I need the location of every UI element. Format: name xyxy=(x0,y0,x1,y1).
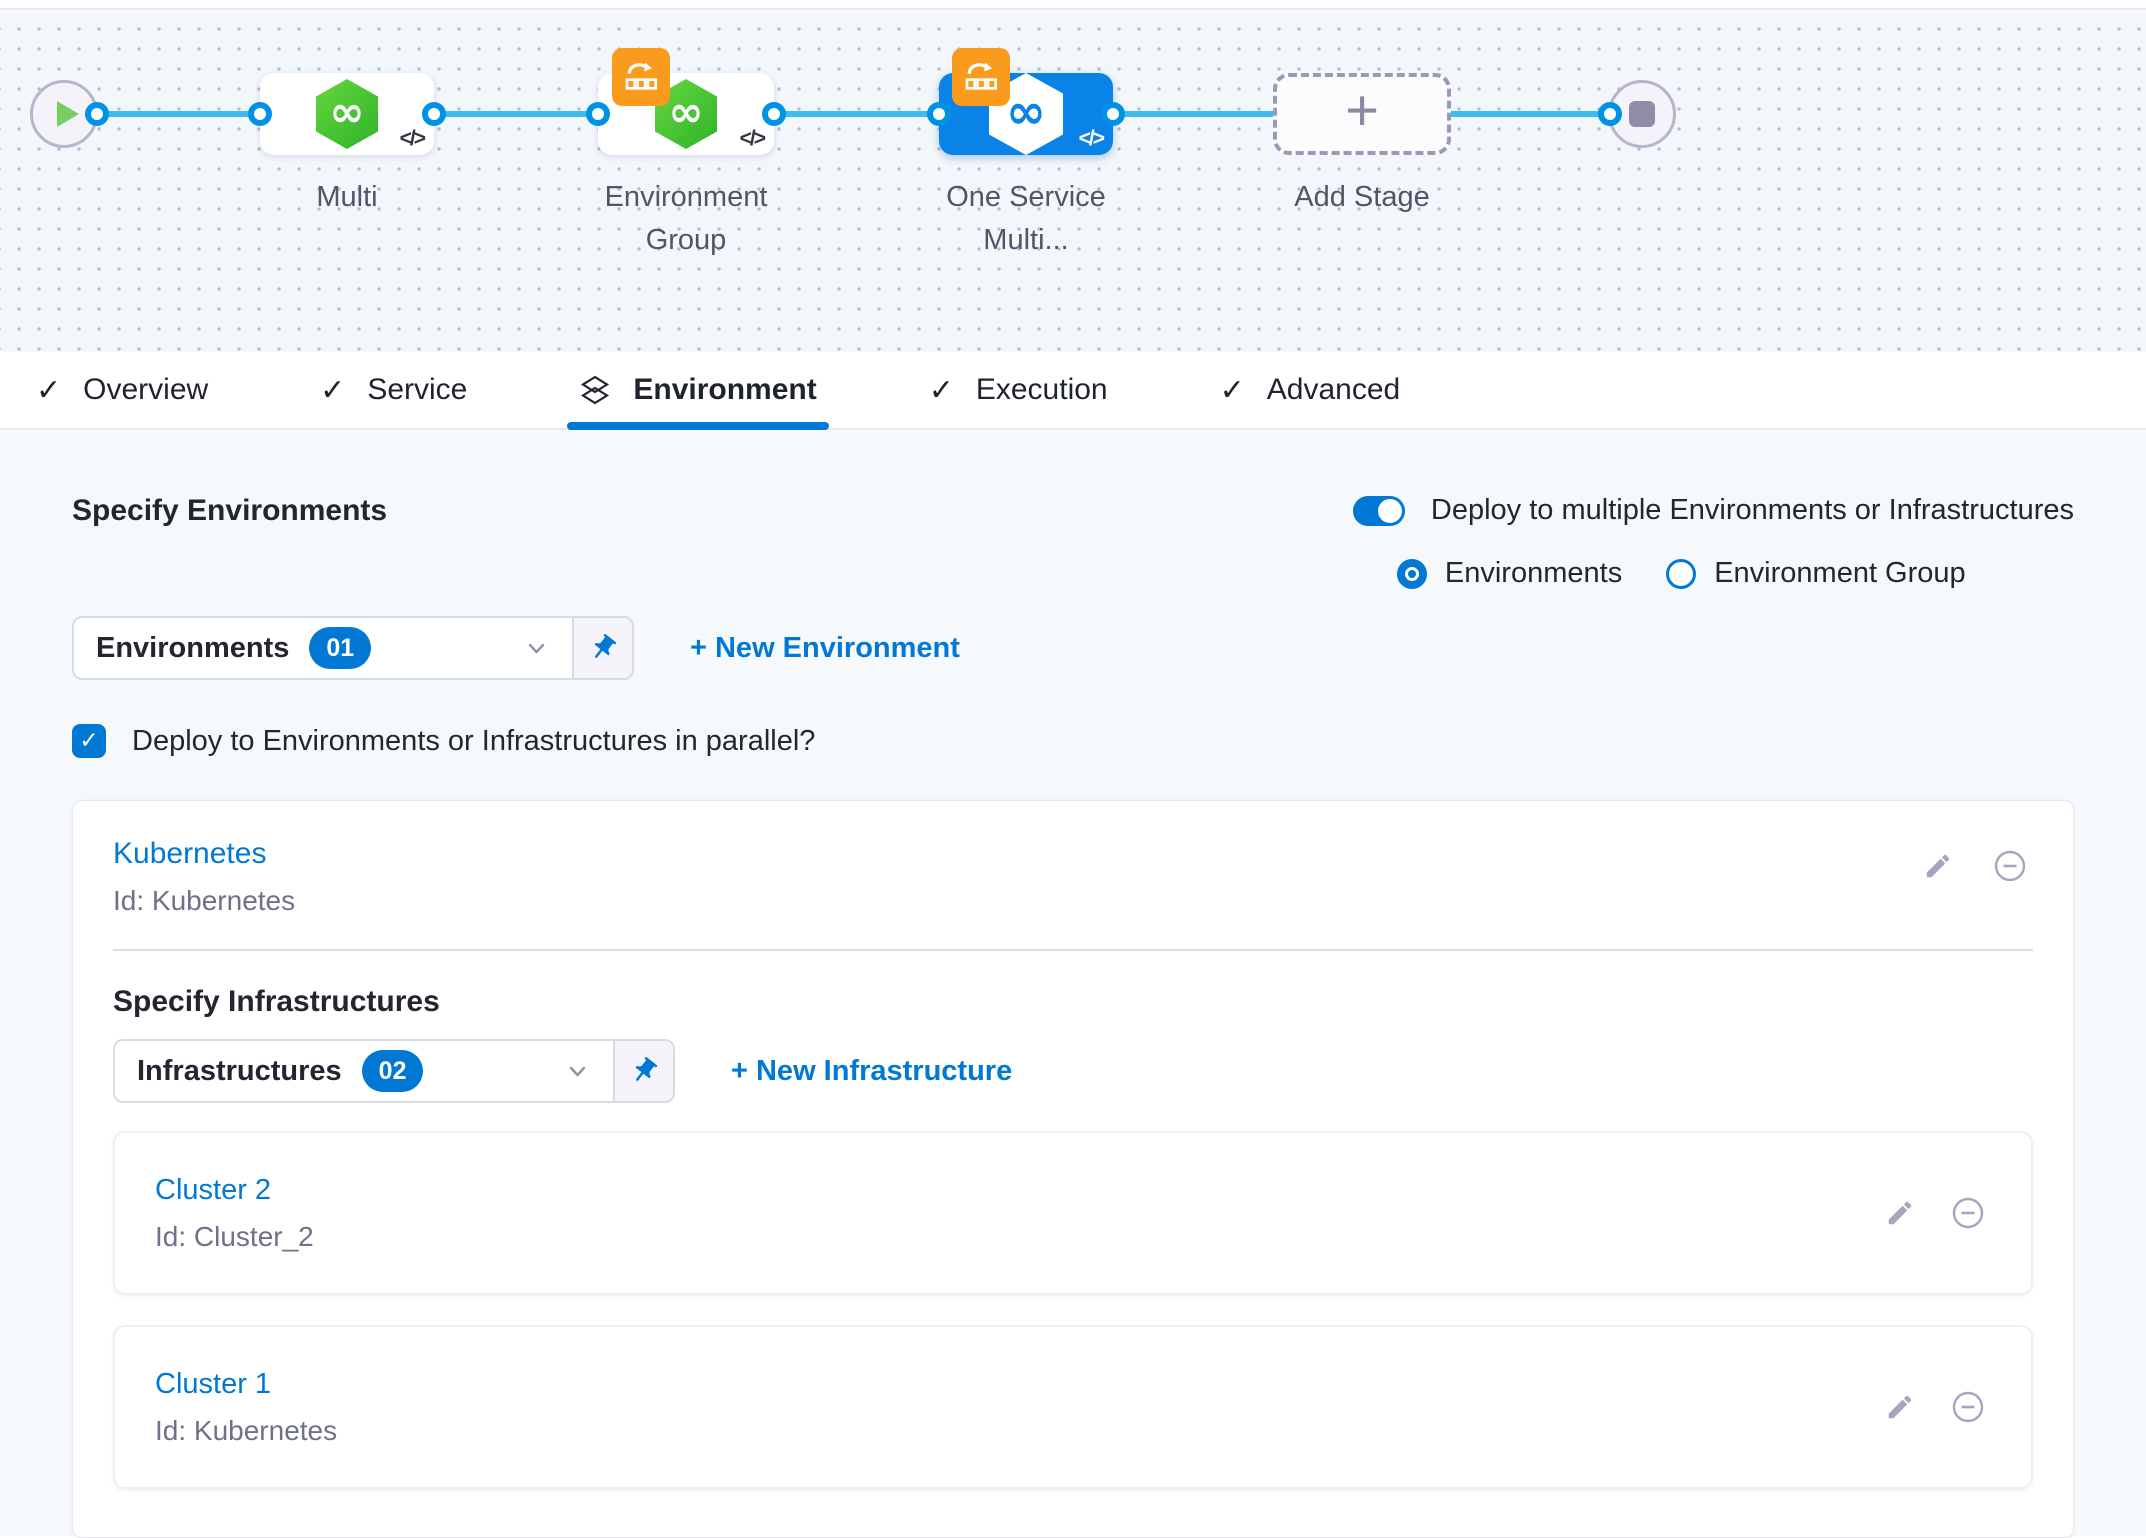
deploy-options: Deploy to multiple Environments or Infra… xyxy=(1353,494,2074,590)
tab-label: Environment xyxy=(633,373,816,407)
radio-environment-group[interactable] xyxy=(1666,559,1696,589)
connector-point xyxy=(762,102,786,126)
tab-execution[interactable]: ✓ Execution xyxy=(929,352,1108,428)
check-icon: ✓ xyxy=(320,373,345,408)
environment-card: Kubernetes Id: Kubernetes Specify Infras… xyxy=(72,800,2074,1538)
tab-label: Overview xyxy=(83,373,208,407)
environments-count-badge: 01 xyxy=(309,627,371,669)
environments-dropdown[interactable]: Environments 01 xyxy=(72,616,634,680)
environments-dropdown-value: Environments xyxy=(96,632,289,665)
pin-button[interactable] xyxy=(572,618,632,678)
tab-label: Execution xyxy=(976,373,1108,407)
infrastructure-title-link[interactable]: Cluster 1 xyxy=(155,1368,337,1401)
connector-line xyxy=(774,111,939,117)
harness-infinity-icon: ∞ xyxy=(330,87,365,141)
connector-point xyxy=(1598,102,1622,126)
add-stage-button[interactable]: + xyxy=(1273,73,1451,155)
infrastructure-card-cluster-2: Cluster 2 Id: Cluster_2 xyxy=(113,1131,2033,1295)
pushpin-icon xyxy=(582,627,624,669)
environment-tab-content: Specify Environments Deploy to multiple … xyxy=(0,430,2146,1536)
code-icon: </> xyxy=(740,127,764,151)
chevron-down-icon xyxy=(523,635,550,662)
infrastructure-card-cluster-1: Cluster 1 Id: Kubernetes xyxy=(113,1325,2033,1489)
multi-env-toggle[interactable] xyxy=(1353,496,1405,526)
stage-label: Environment Group xyxy=(561,176,811,262)
tab-environment[interactable]: Environment xyxy=(579,352,816,428)
connector-point xyxy=(927,102,951,126)
connector-line xyxy=(97,111,260,117)
chevron-down-icon xyxy=(564,1058,591,1085)
edit-infrastructure-button[interactable] xyxy=(1885,1392,1915,1422)
check-icon: ✓ xyxy=(79,728,98,754)
check-icon: ✓ xyxy=(929,373,954,408)
remove-infrastructure-button[interactable] xyxy=(1951,1390,1985,1424)
stop-icon xyxy=(1629,101,1655,127)
tab-service[interactable]: ✓ Service xyxy=(320,352,467,428)
parallel-deploy-checkbox-label: Deploy to Environments or Infrastructure… xyxy=(132,725,815,758)
stage-label: One Service Multi... xyxy=(901,176,1151,262)
multi-env-toggle-label: Deploy to multiple Environments or Infra… xyxy=(1431,494,2074,527)
check-icon: ✓ xyxy=(36,373,61,408)
radio-environments-label: Environments xyxy=(1445,557,1622,590)
check-icon: ✓ xyxy=(1220,373,1245,408)
divider xyxy=(113,949,2033,951)
service-hexagon-icon: ∞ xyxy=(316,79,378,149)
stage-label: Multi xyxy=(222,176,472,219)
connector-point xyxy=(586,102,610,126)
pipeline-canvas[interactable]: ∞ </> Multi ∞ </> Environment Group ∞ </… xyxy=(0,12,2146,352)
code-icon: </> xyxy=(1079,127,1103,151)
tab-overview[interactable]: ✓ Overview xyxy=(36,352,208,428)
top-strip xyxy=(0,0,2146,10)
play-icon xyxy=(57,101,79,127)
toggle-knob xyxy=(1378,499,1402,523)
connector-point xyxy=(1101,102,1125,126)
infrastructure-title-link[interactable]: Cluster 2 xyxy=(155,1174,314,1207)
environment-layers-icon xyxy=(579,374,611,406)
stage-editor-page: ∞ </> Multi ∞ </> Environment Group ∞ </… xyxy=(0,0,2146,1536)
tab-advanced[interactable]: ✓ Advanced xyxy=(1220,352,1401,428)
infrastructure-id: Id: Kubernetes xyxy=(155,1415,337,1447)
stage-label: Add Stage xyxy=(1237,176,1487,219)
pushpin-icon xyxy=(623,1050,665,1092)
harness-infinity-icon: ∞ xyxy=(1006,84,1046,145)
connector-point xyxy=(422,102,446,126)
new-infrastructure-link[interactable]: + New Infrastructure xyxy=(731,1055,1012,1088)
connector-point xyxy=(248,102,272,126)
infrastructures-count-badge: 02 xyxy=(362,1050,424,1092)
plus-icon: + xyxy=(1345,82,1379,146)
environment-id: Id: Kubernetes xyxy=(113,885,295,917)
pin-button[interactable] xyxy=(613,1041,673,1101)
infrastructures-dropdown-value: Infrastructures xyxy=(137,1055,342,1088)
rollout-badge-icon xyxy=(612,48,670,106)
harness-infinity-icon: ∞ xyxy=(669,87,704,141)
specify-infrastructures-heading: Specify Infrastructures xyxy=(113,985,2033,1019)
code-icon: </> xyxy=(400,127,424,151)
infrastructures-dropdown[interactable]: Infrastructures 02 xyxy=(113,1039,675,1103)
environment-title-link[interactable]: Kubernetes xyxy=(113,837,295,871)
tab-label: Advanced xyxy=(1267,373,1400,407)
infrastructure-id: Id: Cluster_2 xyxy=(155,1221,314,1253)
radio-environment-group-label: Environment Group xyxy=(1714,557,1965,590)
stage-tabs: ✓ Overview ✓ Service Environment ✓ Execu… xyxy=(0,352,2146,430)
rollout-badge-icon xyxy=(952,48,1010,106)
infrastructure-info: Cluster 1 Id: Kubernetes xyxy=(155,1368,337,1447)
edit-infrastructure-button[interactable] xyxy=(1885,1198,1915,1228)
connector-point xyxy=(85,102,109,126)
tab-label: Service xyxy=(367,373,467,407)
infrastructure-info: Cluster 2 Id: Cluster_2 xyxy=(155,1174,314,1253)
edit-environment-button[interactable] xyxy=(1923,851,1953,881)
connector-line xyxy=(434,111,598,117)
remove-environment-button[interactable] xyxy=(1993,849,2027,883)
parallel-deploy-checkbox[interactable]: ✓ xyxy=(72,724,106,758)
radio-environments[interactable] xyxy=(1397,559,1427,589)
new-environment-link[interactable]: + New Environment xyxy=(690,632,960,665)
stage-node-multi[interactable]: ∞ </> xyxy=(260,73,434,155)
specify-environments-heading: Specify Environments xyxy=(72,494,387,528)
environment-card-info: Kubernetes Id: Kubernetes xyxy=(113,837,295,917)
remove-infrastructure-button[interactable] xyxy=(1951,1196,1985,1230)
